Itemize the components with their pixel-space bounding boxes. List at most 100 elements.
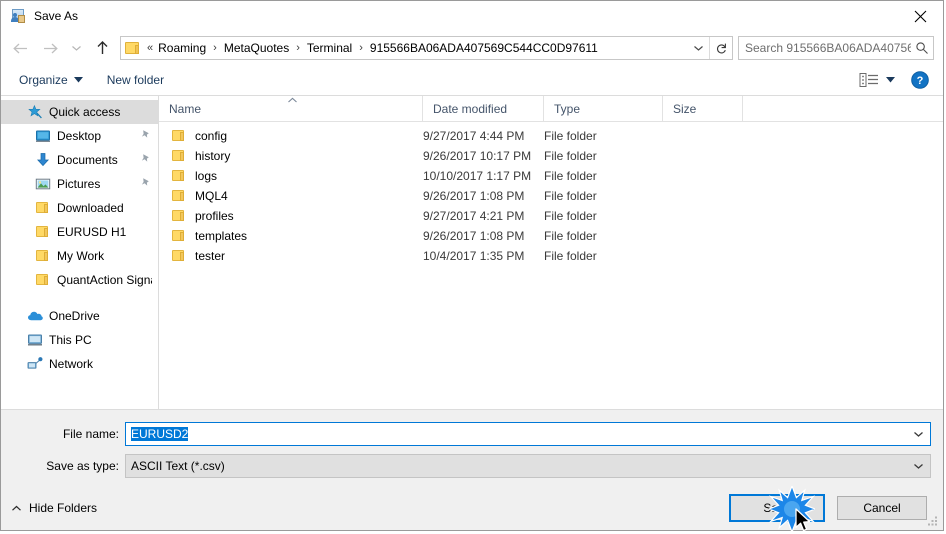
- arrow-up-icon: [97, 41, 107, 54]
- caret-down-icon: [73, 77, 83, 83]
- star-pin-icon: [27, 104, 43, 120]
- sidebar-item-onedrive[interactable]: OneDrive: [1, 304, 158, 328]
- sidebar-item-eurusd-h1[interactable]: EURUSD H1: [1, 220, 158, 244]
- sidebar-item-label: Downloaded: [57, 201, 124, 215]
- address-bar[interactable]: « Roaming › MetaQuotes › Terminal › 9155…: [120, 36, 733, 60]
- file-list: config 9/27/2017 4:44 PM File folder his…: [159, 122, 943, 409]
- save-as-type-dropdown-button[interactable]: [906, 455, 930, 477]
- arrow-right-icon: [43, 43, 58, 53]
- pin-icon[interactable]: [140, 177, 152, 191]
- sidebar-item-network[interactable]: Network: [1, 352, 158, 376]
- table-row[interactable]: config 9/27/2017 4:44 PM File folder: [159, 126, 943, 146]
- search-box[interactable]: Search 915566BA06ADA40756...: [738, 36, 934, 60]
- navigation-pane: Quick access Desktop Documents Pictures …: [1, 96, 159, 409]
- address-dropdown-button[interactable]: [687, 37, 709, 59]
- sidebar-item-this-pc[interactable]: This PC: [1, 328, 158, 352]
- new-folder-button[interactable]: New folder: [101, 70, 170, 90]
- forward-button[interactable]: [35, 34, 65, 62]
- recent-locations-button[interactable]: [65, 34, 87, 62]
- breadcrumb-separator[interactable]: ›: [290, 42, 306, 54]
- up-button[interactable]: [87, 34, 117, 62]
- sidebar-item-label: Documents: [57, 153, 118, 167]
- file-date: 9/26/2017 1:08 PM: [423, 189, 525, 203]
- folder-icon: [171, 208, 187, 224]
- table-row[interactable]: templates 9/26/2017 1:08 PM File folder: [159, 226, 943, 246]
- breadcrumb-separator[interactable]: ›: [353, 42, 369, 54]
- search-icon: [911, 37, 933, 59]
- table-row[interactable]: tester 10/4/2017 1:35 PM File folder: [159, 246, 943, 266]
- save-button[interactable]: Save: [729, 494, 825, 522]
- toolbar: Organize New folder ?: [1, 65, 943, 96]
- file-name-label: File name:: [62, 427, 119, 441]
- change-view-button[interactable]: [859, 72, 895, 88]
- column-header-type[interactable]: Type: [544, 96, 663, 121]
- file-list-pane: Name Date modified Type Size config 9/27…: [159, 96, 943, 409]
- organize-button[interactable]: Organize: [13, 70, 89, 90]
- sidebar-item-quantaction-signal[interactable]: QuantAction Signal: [1, 268, 158, 292]
- file-type: File folder: [544, 129, 597, 143]
- sidebar-item-label: This PC: [49, 333, 92, 347]
- refresh-icon: [716, 43, 726, 53]
- save-button-label: Save: [763, 501, 791, 515]
- search-input[interactable]: Search 915566BA06ADA40756...: [739, 41, 911, 55]
- folder-icon: [171, 248, 187, 264]
- column-header-label: Type: [554, 101, 581, 116]
- file-date: 9/27/2017 4:44 PM: [423, 129, 525, 143]
- cancel-button[interactable]: Cancel: [837, 496, 927, 520]
- svg-text:?: ?: [917, 75, 924, 87]
- close-button[interactable]: [897, 1, 943, 31]
- refresh-button[interactable]: [709, 37, 732, 59]
- hide-folders-label: Hide Folders: [29, 501, 98, 515]
- file-name-input[interactable]: EURUSD2: [125, 422, 931, 446]
- onedrive-icon: [27, 308, 43, 324]
- sidebar-item-quick-access[interactable]: Quick access: [1, 100, 158, 124]
- table-row[interactable]: history 9/26/2017 10:17 PM File folder: [159, 146, 943, 166]
- save-as-type-select[interactable]: ASCII Text (*.csv): [125, 454, 931, 478]
- column-header-size[interactable]: Size: [663, 96, 743, 121]
- folder-icon: [171, 168, 187, 184]
- sidebar-item-pictures[interactable]: Pictures: [1, 172, 158, 196]
- folder-icon: [125, 41, 141, 55]
- save-as-dialog: Save As « Roaming › MetaQuotes › Termina…: [0, 0, 944, 532]
- pin-icon[interactable]: [140, 129, 152, 143]
- sidebar-item-label: OneDrive: [49, 309, 100, 323]
- breadcrumb-overflow[interactable]: «: [146, 42, 157, 54]
- close-icon: [914, 10, 926, 22]
- table-row[interactable]: logs 10/10/2017 1:17 PM File folder: [159, 166, 943, 186]
- table-row[interactable]: MQL4 9/26/2017 1:08 PM File folder: [159, 186, 943, 206]
- pin-icon[interactable]: [140, 153, 152, 167]
- file-type: File folder: [544, 169, 597, 183]
- column-header-name[interactable]: Name: [159, 96, 423, 121]
- sidebar-item-label: QuantAction Signal: [57, 273, 152, 287]
- back-button[interactable]: [5, 34, 35, 62]
- table-row[interactable]: profiles 9/27/2017 4:21 PM File folder: [159, 206, 943, 226]
- save-form: File name: EURUSD2 Save as type: ASCII T…: [1, 409, 943, 486]
- folder-icon: [35, 224, 51, 240]
- breadcrumb-item-roaming[interactable]: Roaming: [157, 41, 207, 55]
- help-button[interactable]: ?: [911, 71, 929, 89]
- hide-folders-button[interactable]: Hide Folders: [11, 501, 97, 515]
- organize-label: Organize: [19, 73, 68, 87]
- file-date: 9/26/2017 10:17 PM: [423, 149, 532, 163]
- sidebar-item-downloaded[interactable]: Downloaded: [1, 196, 158, 220]
- file-type: File folder: [544, 189, 597, 203]
- breadcrumb-item-guid[interactable]: 915566BA06ADA407569C544CC0D97611: [369, 41, 599, 55]
- breadcrumb-separator[interactable]: ›: [207, 42, 223, 54]
- file-type: File folder: [544, 249, 597, 263]
- file-name-dropdown-button[interactable]: [906, 423, 930, 445]
- column-header-row: Name Date modified Type Size: [159, 96, 943, 122]
- file-name-row: File name: EURUSD2: [1, 422, 943, 446]
- breadcrumb-item-terminal[interactable]: Terminal: [306, 41, 353, 55]
- sidebar-item-documents[interactable]: Documents: [1, 148, 158, 172]
- chevron-down-icon: [71, 46, 81, 51]
- chevron-down-icon: [693, 46, 703, 51]
- view-layout-icon: [859, 73, 878, 87]
- computer-icon: [27, 332, 43, 348]
- breadcrumb-item-metaquotes[interactable]: MetaQuotes: [223, 41, 290, 55]
- column-header-date-modified[interactable]: Date modified: [423, 96, 544, 121]
- sidebar-item-desktop[interactable]: Desktop: [1, 124, 158, 148]
- file-type: File folder: [544, 149, 597, 163]
- sidebar-item-my-work[interactable]: My Work: [1, 244, 158, 268]
- resize-grip[interactable]: [927, 515, 939, 527]
